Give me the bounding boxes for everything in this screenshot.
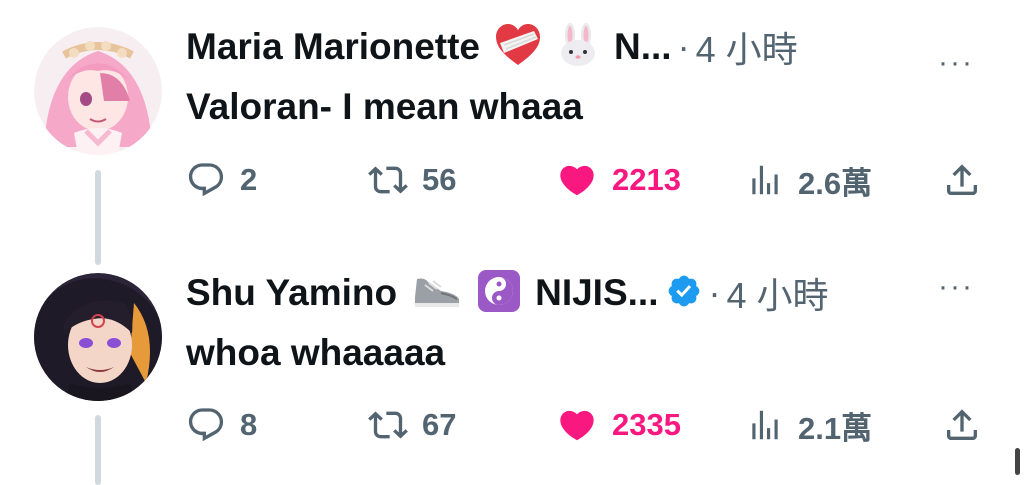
reply-button[interactable]: 8 <box>186 403 257 447</box>
author-handle-truncated[interactable]: NIJIS... <box>535 272 658 314</box>
tweet-header: Maria Marionette N... · 4 小時 <box>186 22 798 72</box>
retweet-icon <box>368 160 408 200</box>
share-icon <box>942 160 982 200</box>
sneaker-icon <box>411 271 463 316</box>
more-options-button[interactable]: ··· <box>938 46 974 80</box>
action-bar: 2 56 2213 2.6萬 <box>186 158 986 202</box>
heart-bandaged-icon <box>494 23 542 72</box>
author-name[interactable]: Maria Marionette <box>186 26 480 68</box>
share-icon <box>942 405 982 445</box>
view-count: 2.6萬 <box>798 165 873 201</box>
rabbit-face-icon <box>556 22 600 72</box>
action-bar: 8 67 2335 2.1萬 <box>186 403 986 447</box>
retweet-icon <box>368 405 408 445</box>
bar-chart-icon <box>746 405 784 445</box>
reply-icon <box>186 160 226 200</box>
retweet-count: 67 <box>422 407 457 442</box>
timestamp[interactable]: 4 小時 <box>726 267 828 319</box>
tweet-text: whoa whaaaaa <box>186 332 446 373</box>
view-count: 2.1萬 <box>798 410 873 446</box>
reply-count: 8 <box>240 407 258 442</box>
retweet-count: 56 <box>422 162 457 197</box>
scrollbar[interactable] <box>1015 448 1020 475</box>
reply-tweet[interactable]: Maria Marionette N... · 4 小時 ··· Valoran… <box>0 0 1024 265</box>
timestamp[interactable]: 4 小時 <box>696 21 798 73</box>
retweet-button[interactable]: 56 <box>368 158 456 202</box>
retweet-button[interactable]: 67 <box>368 403 456 447</box>
like-count: 2335 <box>612 407 681 442</box>
avatar[interactable] <box>34 273 162 401</box>
share-button[interactable] <box>942 158 982 202</box>
yin-yang-icon <box>477 269 521 318</box>
views-button[interactable]: 2.6萬 <box>746 158 872 202</box>
reply-tweet[interactable]: Shu Yamino NIJIS... · 4 小時 ··· whoa whaa… <box>0 250 1024 485</box>
avatar[interactable] <box>34 27 162 155</box>
more-options-button[interactable]: ··· <box>938 270 974 304</box>
reply-count: 2 <box>240 162 258 197</box>
separator-dot: · <box>708 272 721 313</box>
separator-dot: · <box>677 26 690 67</box>
verified-badge-icon <box>666 273 702 314</box>
views-button[interactable]: 2.1萬 <box>746 403 872 447</box>
heart-icon <box>556 160 598 200</box>
tweet-header: Shu Yamino NIJIS... · 4 小時 <box>186 268 829 318</box>
tweet-text: Valoran- I mean whaaa <box>186 86 583 127</box>
reply-icon <box>186 405 226 445</box>
like-button[interactable]: 2335 <box>556 403 681 447</box>
like-button[interactable]: 2213 <box>556 158 681 202</box>
share-button[interactable] <box>942 403 982 447</box>
author-handle-truncated[interactable]: N... <box>614 26 672 68</box>
like-count: 2213 <box>612 162 681 197</box>
bar-chart-icon <box>746 160 784 200</box>
heart-icon <box>556 405 598 445</box>
author-name[interactable]: Shu Yamino <box>186 272 397 314</box>
reply-button[interactable]: 2 <box>186 158 257 202</box>
